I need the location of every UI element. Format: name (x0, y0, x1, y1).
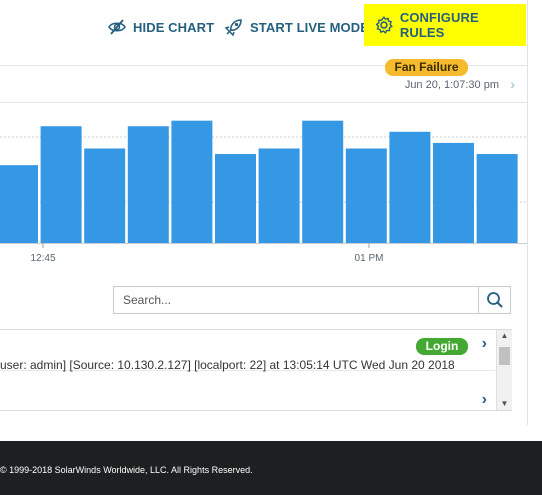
event-list-scrollbar[interactable]: ▲ ▼ (496, 330, 512, 410)
chart-bar[interactable] (433, 142, 474, 243)
chart-bar[interactable] (389, 131, 431, 243)
hide-chart-label: HIDE CHART (133, 19, 215, 35)
chart-bar[interactable] (476, 154, 518, 243)
scrollbar-thumb[interactable] (499, 347, 510, 365)
chart-toolbar: HIDE CHART START LIVE MODE CONFIGURE RUL… (0, 0, 528, 66)
x-axis-tick-label: 01 PM (355, 253, 384, 264)
event-list: Login user: admin] [Source: 10.130.2.127… (0, 329, 512, 411)
chart-bar[interactable] (84, 148, 126, 243)
scroll-up-arrow-icon[interactable]: ▲ (497, 330, 512, 342)
list-item[interactable]: Login user: admin] [Source: 10.130.2.127… (0, 330, 495, 372)
chart-bar[interactable] (0, 165, 38, 243)
search-icon (486, 292, 503, 308)
fan-failure-badge: Fan Failure (385, 59, 468, 76)
search-button[interactable] (478, 287, 510, 313)
login-badge: Login (416, 338, 468, 355)
chart-bar[interactable] (215, 154, 256, 243)
chart-bar[interactable] (302, 120, 344, 243)
search-input[interactable] (114, 287, 478, 313)
chevron-right-icon[interactable]: › (482, 335, 487, 353)
events-histogram-chart: 12:45 01 PM (0, 120, 527, 264)
x-axis-tick-label: 12:45 (30, 253, 55, 264)
chart-bar[interactable] (171, 120, 213, 243)
chevron-right-icon[interactable]: › (482, 391, 487, 409)
copyright-text: © 1999-2018 SolarWinds Worldwide, LLC. A… (0, 465, 253, 475)
chart-bar[interactable] (258, 148, 300, 243)
configure-rules-button[interactable]: CONFIGURE RULES (364, 4, 526, 46)
search-box (113, 286, 511, 314)
rocket-icon (224, 19, 242, 37)
start-live-mode-button[interactable]: START LIVE MODE (224, 17, 369, 37)
start-live-mode-label: START LIVE MODE (250, 19, 369, 35)
page-footer: © 1999-2018 SolarWinds Worldwide, LLC. A… (0, 441, 542, 495)
eye-slash-icon (108, 19, 126, 35)
list-item[interactable]: › (0, 371, 495, 410)
scroll-down-arrow-icon[interactable]: ▼ (497, 398, 512, 410)
event-message: user: admin] [Source: 10.130.2.127] [loc… (0, 358, 455, 372)
chart-timestamp: Jun 20, 1:07:30 pm (404, 79, 499, 91)
hide-chart-button[interactable]: HIDE CHART (107, 17, 214, 37)
chart-bar[interactable] (127, 126, 169, 243)
chart-bar[interactable] (345, 148, 387, 243)
configure-rules-label: CONFIGURE RULES (399, 10, 479, 40)
chart-bar[interactable] (40, 126, 82, 243)
gear-icon (375, 16, 393, 34)
panel-border (527, 0, 528, 425)
chevron-right-icon[interactable]: › (510, 76, 515, 92)
